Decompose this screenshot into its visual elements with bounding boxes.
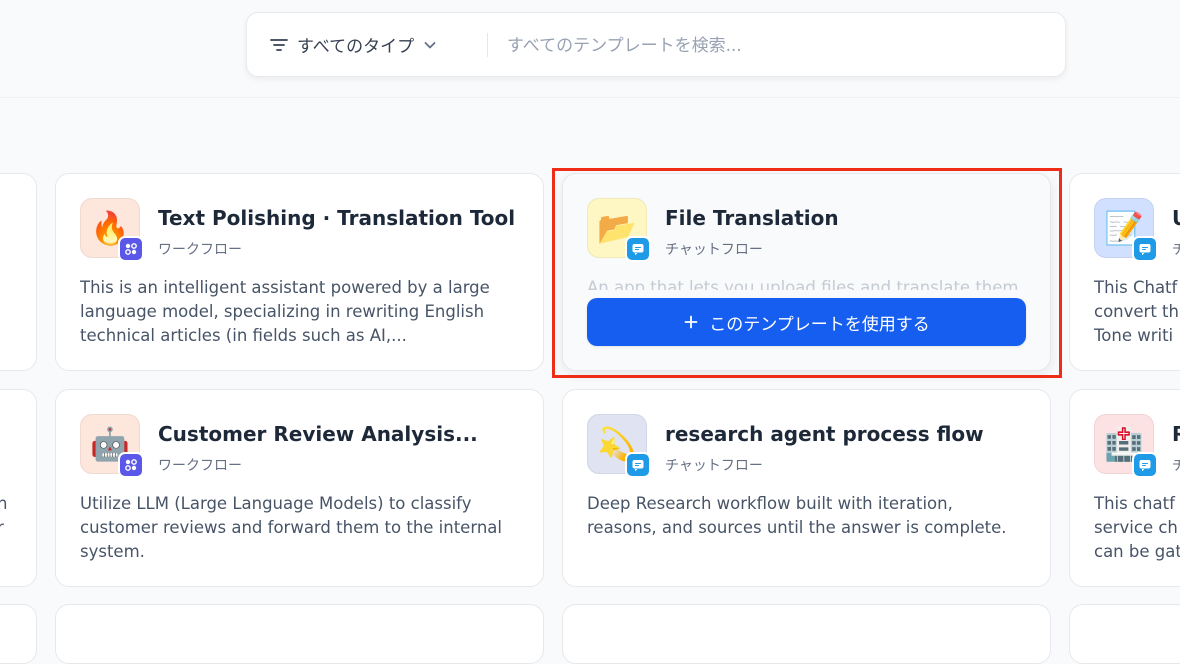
template-card-partial-left[interactable] [0,173,37,371]
card-type: チャットフロー [665,242,763,258]
template-card-research-agent[interactable]: 💫 research agent process flow チャットフロー De… [562,389,1051,587]
template-card-partial[interactable] [55,604,544,664]
chevron-down-icon [422,37,438,53]
card-title: research agent process flow [665,422,984,446]
chatflow-badge-icon [1132,452,1158,478]
search-input[interactable] [505,25,1049,67]
card-type: チ [1172,239,1180,259]
card-description: This chatf service ch can be gat [1094,494,1180,561]
card-description: Deep Research workflow built with iterat… [587,494,1007,537]
chatflow-badge-icon [625,452,651,478]
card-type: ワークフロー [158,242,242,258]
template-card-file-translation[interactable]: 📂 File Translation チャットフロー An app that l… [562,173,1051,371]
template-card-text-polishing[interactable]: 🔥 Text Polishing · Translation Tool ワークフ… [55,173,544,371]
card-title: File Translation [665,206,839,230]
card-type: ワークフロー [158,458,242,474]
template-card-partial-left[interactable]: n r [0,389,37,587]
card-description: This Chatf convert th Tone writi [1094,278,1179,345]
template-card-partial-right[interactable]: 🏥 R チ This chatf service ch can be gat [1069,389,1180,587]
card-type: チャットフロー [665,458,763,474]
card-title: Text Polishing · Translation Tool [158,206,516,230]
card-title: U [1172,206,1180,230]
card-description: An app that lets you upload files and tr… [587,278,1019,290]
template-card-partial[interactable] [562,604,1051,664]
card-description: This is an intelligent assistant powered… [80,278,490,345]
type-filter-label: すべてのタイプ [297,37,415,57]
plus-icon [684,315,698,329]
use-template-label: このテンプレートを使用する [709,314,930,335]
card-title: R [1172,422,1180,446]
card-description: Utilize LLM (Large Language Models) to c… [80,494,502,561]
workflow-badge-icon [118,452,144,478]
use-template-button[interactable]: このテンプレートを使用する [587,298,1026,346]
filter-icon [269,37,289,53]
workflow-badge-icon [118,236,144,262]
card-description: n r [0,492,18,540]
card-type: チ [1172,455,1180,475]
search-bar: すべてのタイプ [246,12,1066,77]
search-divider [487,33,488,57]
card-title: Customer Review Analysis... [158,422,478,446]
chatflow-badge-icon [1132,236,1158,262]
template-card-customer-review[interactable]: 🤖 Customer Review Analysis... ワークフロー Uti… [55,389,544,587]
type-filter-dropdown[interactable]: すべてのタイプ [269,13,438,76]
template-card-partial[interactable] [1069,604,1180,664]
template-card-partial[interactable] [0,604,37,664]
template-card-partial-right[interactable]: 📝 U チ This Chatf convert th Tone writi [1069,173,1180,371]
chatflow-badge-icon [625,236,651,262]
